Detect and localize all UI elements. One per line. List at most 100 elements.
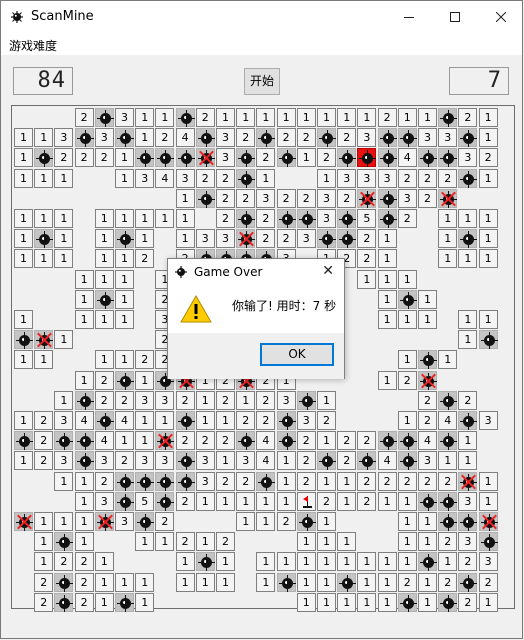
number-cell[interactable]: 2 bbox=[94, 148, 114, 168]
number-cell[interactable]: 1 bbox=[74, 491, 94, 511]
mine-cell[interactable] bbox=[256, 128, 276, 148]
menu-difficulty[interactable]: 游戏难度 bbox=[9, 37, 57, 54]
number-cell[interactable]: 3 bbox=[216, 128, 235, 148]
number-cell[interactable]: 1 bbox=[317, 572, 336, 592]
number-cell[interactable]: 2 bbox=[276, 128, 296, 148]
number-cell[interactable]: 2 bbox=[256, 411, 276, 430]
number-cell[interactable]: 3 bbox=[94, 451, 114, 471]
ok-button[interactable]: OK bbox=[260, 343, 334, 366]
number-cell[interactable]: 1 bbox=[115, 148, 134, 168]
number-cell[interactable]: 4 bbox=[377, 451, 397, 471]
mine-cell[interactable] bbox=[337, 572, 357, 592]
number-cell[interactable]: 2 bbox=[195, 108, 215, 127]
number-cell[interactable]: 2 bbox=[216, 390, 235, 410]
number-cell[interactable]: 2 bbox=[337, 431, 357, 451]
mine-cell[interactable] bbox=[418, 350, 437, 370]
number-cell[interactable]: 1 bbox=[94, 572, 114, 592]
number-cell[interactable]: 1 bbox=[458, 310, 478, 329]
mine-cell[interactable] bbox=[155, 148, 175, 168]
number-cell[interactable]: 2 bbox=[94, 390, 114, 410]
number-cell[interactable]: 1 bbox=[195, 390, 215, 410]
number-cell[interactable]: 1 bbox=[54, 471, 74, 491]
mine-cell[interactable] bbox=[155, 491, 175, 511]
wrong-flag-cell[interactable] bbox=[155, 431, 175, 451]
mine-cell[interactable] bbox=[458, 411, 478, 430]
wrong-flag-cell[interactable] bbox=[195, 148, 215, 168]
number-cell[interactable]: 1 bbox=[377, 249, 397, 269]
number-cell[interactable]: 1 bbox=[397, 411, 417, 430]
mine-cell[interactable] bbox=[296, 209, 316, 228]
number-cell[interactable]: 2 bbox=[34, 592, 54, 612]
mine-cell[interactable] bbox=[175, 148, 195, 168]
number-cell[interactable]: 2 bbox=[34, 411, 54, 430]
mine-cell[interactable] bbox=[94, 411, 114, 430]
number-cell[interactable]: 1 bbox=[397, 532, 417, 552]
number-cell[interactable]: 1 bbox=[377, 229, 397, 249]
number-cell[interactable]: 1 bbox=[14, 209, 33, 228]
number-cell[interactable]: 1 bbox=[478, 108, 498, 127]
mine-cell[interactable] bbox=[438, 491, 458, 511]
number-cell[interactable]: 1 bbox=[337, 552, 357, 572]
number-cell[interactable]: 2 bbox=[74, 108, 94, 127]
number-cell[interactable]: 2 bbox=[54, 148, 74, 168]
mine-cell[interactable] bbox=[236, 209, 256, 228]
number-cell[interactable]: 1 bbox=[135, 229, 155, 249]
number-cell[interactable]: 2 bbox=[54, 552, 74, 572]
number-cell[interactable]: 1 bbox=[175, 188, 195, 208]
mine-cell[interactable] bbox=[115, 471, 134, 491]
number-cell[interactable]: 3 bbox=[195, 471, 215, 491]
number-cell[interactable]: 4 bbox=[94, 431, 114, 451]
number-cell[interactable]: 1 bbox=[155, 209, 175, 228]
number-cell[interactable]: 1 bbox=[14, 128, 33, 148]
number-cell[interactable]: 2 bbox=[34, 572, 54, 592]
number-cell[interactable]: 2 bbox=[418, 188, 437, 208]
number-cell[interactable]: 2 bbox=[397, 471, 417, 491]
number-cell[interactable]: 1 bbox=[34, 249, 54, 269]
number-cell[interactable]: 1 bbox=[276, 108, 296, 127]
mine-cell[interactable] bbox=[155, 471, 175, 491]
mine-cell[interactable] bbox=[74, 431, 94, 451]
number-cell[interactable]: 1 bbox=[317, 532, 336, 552]
number-cell[interactable]: 1 bbox=[74, 310, 94, 329]
number-cell[interactable]: 1 bbox=[458, 209, 478, 228]
number-cell[interactable]: 4 bbox=[438, 411, 458, 430]
number-cell[interactable]: 3 bbox=[256, 188, 276, 208]
number-cell[interactable]: 1 bbox=[34, 350, 54, 370]
number-cell[interactable]: 5 bbox=[135, 491, 155, 511]
exploded-mine-cell[interactable] bbox=[357, 148, 377, 168]
number-cell[interactable]: 1 bbox=[296, 148, 316, 168]
number-cell[interactable]: 1 bbox=[256, 512, 276, 531]
number-cell[interactable]: 1 bbox=[458, 451, 478, 471]
mine-cell[interactable] bbox=[317, 229, 336, 249]
number-cell[interactable]: 1 bbox=[155, 411, 175, 430]
maximize-button[interactable] bbox=[432, 1, 478, 33]
number-cell[interactable]: 2 bbox=[115, 451, 134, 471]
mine-cell[interactable] bbox=[397, 592, 417, 612]
number-cell[interactable]: 1 bbox=[397, 108, 417, 127]
number-cell[interactable]: 2 bbox=[397, 572, 417, 592]
number-cell[interactable]: 1 bbox=[438, 552, 458, 572]
number-cell[interactable]: 3 bbox=[195, 451, 215, 471]
number-cell[interactable]: 1 bbox=[377, 269, 397, 289]
number-cell[interactable]: 1 bbox=[377, 592, 397, 612]
number-cell[interactable]: 2 bbox=[74, 552, 94, 572]
number-cell[interactable]: 3 bbox=[115, 512, 134, 531]
number-cell[interactable]: 1 bbox=[74, 471, 94, 491]
number-cell[interactable]: 1 bbox=[14, 229, 33, 249]
number-cell[interactable]: 4 bbox=[74, 411, 94, 430]
number-cell[interactable]: 1 bbox=[175, 229, 195, 249]
number-cell[interactable]: 1 bbox=[74, 512, 94, 531]
number-cell[interactable]: 1 bbox=[438, 209, 458, 228]
number-cell[interactable]: 3 bbox=[337, 168, 357, 188]
mine-cell[interactable] bbox=[54, 532, 74, 552]
number-cell[interactable]: 1 bbox=[256, 572, 276, 592]
mine-cell[interactable] bbox=[418, 552, 437, 572]
number-cell[interactable]: 2 bbox=[216, 168, 235, 188]
number-cell[interactable]: 1 bbox=[115, 310, 134, 329]
number-cell[interactable]: 1 bbox=[357, 269, 377, 289]
number-cell[interactable]: 2 bbox=[317, 491, 336, 511]
number-cell[interactable]: 1 bbox=[317, 552, 336, 572]
number-cell[interactable]: 1 bbox=[94, 592, 114, 612]
number-cell[interactable]: 2 bbox=[155, 512, 175, 531]
number-cell[interactable]: 2 bbox=[236, 128, 256, 148]
